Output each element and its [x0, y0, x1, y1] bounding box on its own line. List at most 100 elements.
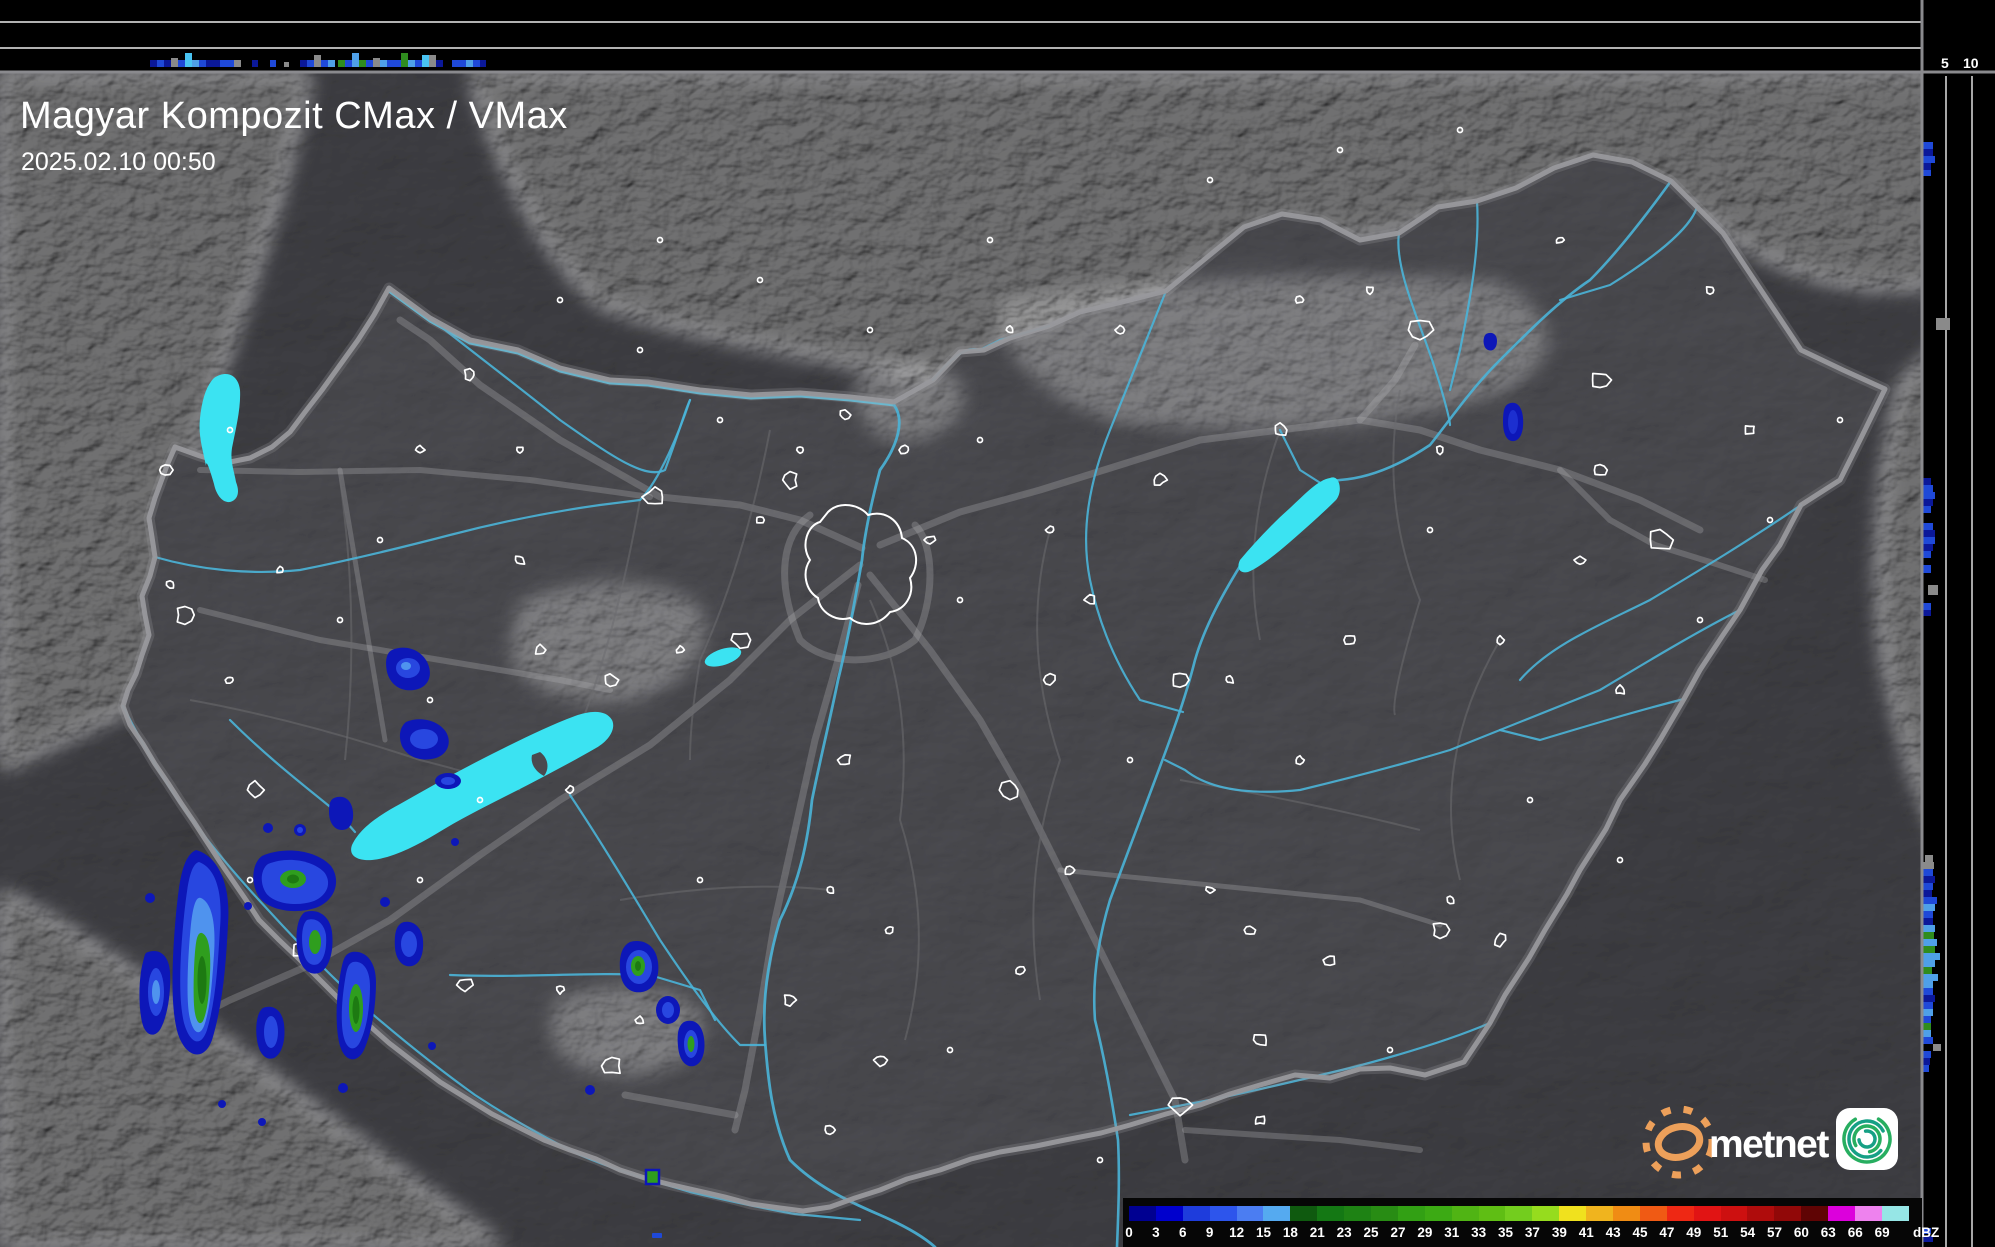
colorbar-block	[1478, 1206, 1506, 1221]
echo-pixel	[300, 60, 307, 67]
echo-pixel	[1923, 485, 1933, 492]
echo-pixel	[1923, 478, 1931, 485]
echo-pixel	[328, 60, 335, 67]
echo-pixel	[422, 55, 429, 67]
echo-pixel	[1923, 869, 1933, 876]
echo-pixel	[1923, 149, 1933, 156]
echo-pixel	[192, 60, 199, 67]
colorbar-tick-label: 51	[1713, 1225, 1729, 1240]
dbz-colorbar: 0 3 6 9 12 15 18 21 23 25 27 29 31 33 35 37 39 41 43 45 47 49…	[1125, 1206, 1939, 1243]
right-axis-tick-10: 10	[1963, 55, 1979, 71]
echo-pixel	[1923, 876, 1935, 883]
colorbar-block	[1155, 1206, 1183, 1221]
colorbar-blocks	[1129, 1206, 1909, 1221]
echo-pixel	[480, 60, 486, 67]
colorbar-block	[1613, 1206, 1640, 1221]
colorbar-block	[1182, 1206, 1210, 1221]
echo-pixel	[206, 60, 213, 67]
radar-composite-screen: 10 5 5 10 metnet Magyar K	[0, 0, 1995, 1247]
colorbar-tick-label: 37	[1524, 1225, 1540, 1240]
right-axis-tick-5: 5	[1941, 55, 1949, 71]
echo-pixel	[185, 53, 192, 67]
echo-pixel	[1923, 1065, 1929, 1072]
colorbar-block	[1317, 1206, 1345, 1221]
echo-pixel	[1923, 890, 1932, 897]
echo-pixel	[199, 60, 206, 67]
echo-pixel	[1923, 974, 1938, 981]
metnet-app-icon	[1836, 1108, 1898, 1170]
colorbar-block	[1693, 1206, 1721, 1221]
echo-pixel	[1923, 911, 1933, 918]
colorbar-block	[1855, 1206, 1882, 1221]
echo-pixel	[1923, 1002, 1933, 1009]
echo-pixel	[459, 60, 466, 67]
echo-pixel	[1923, 1023, 1931, 1030]
colorbar-block	[1801, 1206, 1829, 1221]
echo-pixel	[1923, 544, 1933, 551]
right-cross-section-panel: 5 10	[1922, 0, 1995, 1247]
echo-pixel	[220, 60, 227, 67]
echo-pixel	[227, 60, 234, 67]
colorbar-labels: 0 3 6 9 12 15 18 21 23 25 27 29 31 33 35 37 39 41 43 45 47 49…	[1125, 1225, 1939, 1243]
echo-pixel	[1923, 603, 1931, 610]
colorbar-tick-label: 23	[1336, 1225, 1352, 1240]
echo-pixel	[1923, 499, 1933, 506]
echo-pixel	[1923, 530, 1935, 537]
echo-pixel	[1923, 904, 1935, 911]
echo-pixel	[1923, 1058, 1930, 1065]
echo-pixel	[1928, 585, 1938, 595]
echo-pixel	[1923, 918, 1933, 925]
echo-pixel	[1923, 565, 1931, 573]
echo-pixel	[1923, 862, 1934, 869]
echo-pixel	[234, 60, 241, 67]
colorbar-tick-label: 45	[1632, 1225, 1648, 1240]
map-title: Magyar Kompozit CMax / VMax	[20, 95, 568, 137]
colorbar-tick-label: 69	[1874, 1225, 1890, 1240]
colorbar-tick-label: 29	[1417, 1225, 1433, 1240]
echo-pixel	[213, 60, 220, 67]
echo-pixel	[1923, 995, 1935, 1002]
colorbar-tick-label: 35	[1498, 1225, 1514, 1240]
echo-pixel	[321, 60, 328, 67]
colorbar-tick-label: 3	[1152, 1225, 1160, 1240]
colorbar-tick-label: 9	[1205, 1225, 1214, 1240]
echo-pixel	[307, 60, 314, 67]
colorbar-block	[1236, 1206, 1264, 1221]
echo-pixel	[452, 60, 459, 67]
echo-pixel	[1923, 163, 1931, 170]
colorbar-block	[1290, 1206, 1318, 1221]
echo-pixel	[345, 60, 352, 67]
echo-pixel	[157, 60, 164, 67]
colorbar-block	[1747, 1206, 1775, 1221]
colorbar-block	[1505, 1206, 1533, 1221]
colorbar-block	[1774, 1206, 1802, 1221]
colorbar-block	[1639, 1206, 1667, 1221]
echo-pixel	[473, 60, 480, 67]
echo-pixel	[1923, 960, 1935, 967]
echo-pixel	[1923, 537, 1935, 544]
echo-pixel	[1923, 953, 1940, 960]
echo-pixel	[1923, 506, 1931, 513]
echo-pixel	[366, 60, 373, 67]
colorbar-tick-label: 31	[1444, 1225, 1460, 1240]
colorbar-tick-label: 47	[1659, 1225, 1675, 1240]
colorbar-tick-label: 18	[1282, 1225, 1298, 1240]
echo-pixel	[1923, 523, 1933, 530]
colorbar-tick-label: 63	[1820, 1225, 1836, 1240]
colorbar-tick-label: 41	[1578, 1225, 1594, 1240]
colorbar-tick-label: 54	[1740, 1225, 1756, 1240]
echo-pixel	[401, 53, 408, 67]
colorbar-tick-label: 49	[1686, 1225, 1702, 1240]
colorbar-block	[1344, 1206, 1372, 1221]
top-cross-section-panel: 10 5	[0, 0, 1995, 72]
echo-pixel	[164, 60, 171, 67]
colorbar-tick-label: 21	[1309, 1225, 1325, 1240]
colorbar-block	[1881, 1206, 1909, 1221]
echo-pixel	[314, 55, 321, 67]
colorbar-block	[1397, 1206, 1425, 1221]
echo-pixel	[1923, 981, 1933, 988]
colorbar-tick-label: 57	[1767, 1225, 1783, 1240]
map-datetime: 2025.02.10 00:50	[21, 148, 216, 176]
echo-pixel	[1923, 1009, 1933, 1016]
echo-pixel	[359, 60, 366, 67]
